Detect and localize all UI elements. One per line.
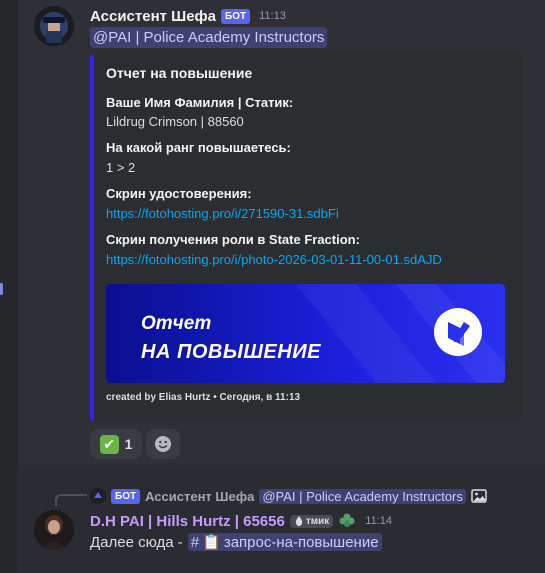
channel-mention[interactable]: # 📋 запрос-на-повышение bbox=[187, 533, 382, 551]
message2-content: Далее сюда - # 📋 запрос-на-повышение bbox=[90, 532, 382, 552]
field-name-role-screenshot: Скрин получения роли в State Fraction: bbox=[106, 232, 360, 247]
reply-preview[interactable]: БОТ Ассистент Шефа @PAI | Police Academy… bbox=[90, 487, 487, 505]
link-id-screenshot[interactable]: https://fotohosting.pro/i/271590-31.sdbF… bbox=[106, 206, 339, 221]
message2-text: Далее сюда - bbox=[90, 533, 183, 551]
channel-hash: # bbox=[190, 533, 200, 551]
timestamp-2[interactable]: 11:14 bbox=[365, 515, 392, 527]
message2-header: D.H PAI | Hills Hurtz | 65656 тмик 11:14 bbox=[90, 511, 392, 531]
reply-connector bbox=[55, 494, 87, 506]
embed-title: Отчет на повышение bbox=[106, 65, 253, 81]
banner-title-line2: НА ПОВЫШЕНИЕ bbox=[141, 341, 321, 363]
field-value-rank: 1 > 2 bbox=[106, 160, 136, 175]
unread-indicator bbox=[0, 283, 3, 295]
embed-banner-image[interactable]: Отчет НА ПОВЫШЕНИЕ bbox=[106, 284, 505, 383]
clan-tag-label: тмик bbox=[305, 515, 330, 527]
banner-title-line1: Отчет bbox=[141, 313, 212, 334]
embed-accent-bar bbox=[90, 54, 94, 421]
guild-sidebar-edge bbox=[0, 0, 18, 573]
avatar-user[interactable] bbox=[34, 510, 74, 550]
reply-mention: @PAI | Police Academy Instructors bbox=[259, 488, 466, 504]
add-reaction-icon bbox=[155, 436, 171, 452]
clover-icon bbox=[339, 513, 355, 527]
embed-footer: created by Elias Hurtz • Сегодня, в 11:1… bbox=[106, 392, 301, 403]
clipboard-icon: 📋 bbox=[202, 534, 221, 551]
reply-author[interactable]: Ассистент Шефа bbox=[145, 489, 254, 504]
clan-tag[interactable]: тмик bbox=[289, 514, 334, 528]
author-name[interactable]: Ассистент Шефа bbox=[90, 8, 216, 25]
police-icon bbox=[90, 488, 106, 504]
field-name-rank: На какой ранг повышаетесь: bbox=[106, 140, 291, 155]
check-mark-icon: ✔ bbox=[99, 434, 119, 454]
avatar-bot[interactable] bbox=[34, 6, 74, 46]
timestamp[interactable]: 11:13 bbox=[259, 10, 286, 22]
reaction-count: 1 bbox=[124, 436, 133, 452]
pen-document-icon bbox=[434, 308, 482, 356]
author-name-user[interactable]: D.H PAI | Hills Hurtz | 65656 bbox=[90, 513, 285, 530]
channel-name: запрос-на-повышение bbox=[223, 533, 379, 551]
add-reaction-button[interactable] bbox=[146, 429, 180, 459]
reaction-check[interactable]: ✔ 1 bbox=[90, 429, 142, 459]
field-name-name-static: Ваше Имя Фамилия | Статик: bbox=[106, 95, 294, 110]
image-icon bbox=[471, 489, 487, 503]
role-mention[interactable]: @PAI | Police Academy Instructors bbox=[90, 27, 328, 48]
message-header: Ассистент Шефа БОТ 11:13 bbox=[90, 6, 286, 26]
field-name-id-screenshot: Скрин удостоверения: bbox=[106, 186, 252, 201]
reply-bot-tag: БОТ bbox=[111, 488, 141, 504]
bot-tag: БОТ bbox=[221, 8, 251, 24]
embed-card: Отчет на повышение Ваше Имя Фамилия | Ст… bbox=[90, 54, 522, 421]
drop-icon bbox=[295, 516, 303, 526]
field-value-name-static: Lildrug Crimson | 88560 bbox=[106, 114, 244, 129]
link-role-screenshot[interactable]: https://fotohosting.pro/i/photo-2026-03-… bbox=[106, 252, 442, 267]
